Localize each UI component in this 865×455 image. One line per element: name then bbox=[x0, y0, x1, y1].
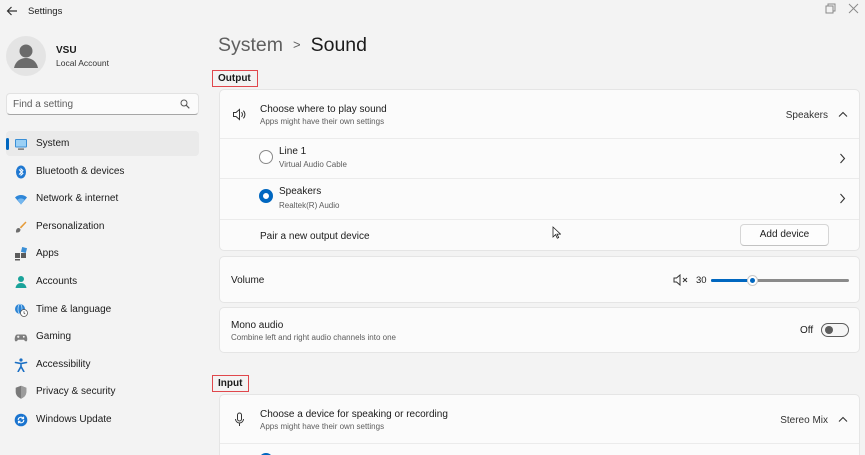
person-avatar-icon bbox=[14, 44, 38, 68]
sidebar-item-accounts[interactable]: Accounts bbox=[6, 269, 199, 294]
volume-slider-thumb[interactable] bbox=[746, 275, 758, 286]
output-device-speakers[interactable]: Speakers Realtek(R) Audio bbox=[220, 179, 859, 219]
search-input[interactable] bbox=[13, 97, 173, 111]
choose-input-title: Choose a device for speaking or recordin… bbox=[260, 409, 448, 420]
person-icon bbox=[15, 275, 27, 288]
apps-icon bbox=[15, 247, 28, 261]
sidebar-item-personalization[interactable]: Personalization bbox=[6, 214, 199, 239]
selected-output-device: Speakers bbox=[785, 110, 828, 121]
input-card: Choose a device for speaking or recordin… bbox=[219, 394, 860, 455]
accessibility-icon bbox=[14, 358, 28, 372]
sidebar-item-label: Privacy & security bbox=[36, 386, 116, 398]
sidebar-item-label: System bbox=[36, 138, 70, 149]
add-device-button[interactable]: Add device bbox=[740, 224, 829, 246]
breadcrumb-separator: > bbox=[293, 37, 301, 52]
sidebar-item-label: Accessibility bbox=[36, 358, 91, 370]
search-box[interactable] bbox=[6, 93, 199, 115]
sidebar-item-label: Time & language bbox=[36, 303, 112, 315]
mono-audio-subtitle: Combine left and right audio channels in… bbox=[231, 333, 396, 342]
input-section-header: Input bbox=[212, 375, 250, 392]
volume-label: Volume bbox=[231, 275, 265, 286]
account-type: Local Account bbox=[56, 58, 109, 68]
output-device-line-1[interactable]: Line 1 Virtual Audio Cable bbox=[220, 139, 859, 178]
close-icon[interactable] bbox=[845, 2, 863, 16]
back-arrow-icon[interactable] bbox=[5, 4, 19, 18]
system-icon bbox=[15, 139, 27, 150]
sidebar-item-time-language[interactable]: Time & language bbox=[6, 297, 199, 322]
radio-line-1[interactable] bbox=[259, 150, 273, 164]
mouse-cursor-icon bbox=[552, 226, 561, 239]
title-bar: Settings bbox=[0, 0, 865, 24]
mono-audio-card: Mono audio Combine left and right audio … bbox=[219, 307, 860, 353]
mono-audio-state: Off bbox=[800, 325, 814, 336]
pair-output-label: Pair a new output device bbox=[260, 231, 370, 242]
breadcrumb: System > Sound bbox=[218, 34, 367, 57]
sidebar-item-network[interactable]: Network & internet bbox=[6, 186, 199, 211]
device-name: Line 1 bbox=[279, 146, 307, 157]
user-name: VSU bbox=[56, 45, 77, 56]
sidebar-item-system[interactable]: System bbox=[6, 131, 199, 156]
sidebar-item-label: Gaming bbox=[36, 331, 72, 343]
update-icon bbox=[14, 413, 28, 427]
shield-icon bbox=[15, 386, 27, 400]
sidebar-item-windows-update[interactable]: Windows Update bbox=[6, 407, 199, 432]
chevron-up-icon[interactable] bbox=[838, 416, 848, 423]
brush-icon bbox=[15, 221, 27, 233]
speaker-icon bbox=[233, 108, 246, 121]
volume-card: Volume 30 bbox=[219, 256, 860, 303]
sidebar-item-gaming[interactable]: Gaming bbox=[6, 324, 199, 349]
sidebar-item-apps[interactable]: Apps bbox=[6, 241, 199, 266]
choose-input-row[interactable]: Choose a device for speaking or recordin… bbox=[220, 395, 859, 443]
selected-input-device: Stereo Mix bbox=[780, 415, 828, 426]
microphone-icon bbox=[235, 412, 244, 426]
device-detail: Realtek(R) Audio bbox=[279, 201, 340, 210]
chevron-right-icon[interactable] bbox=[839, 193, 846, 204]
bluetooth-icon bbox=[16, 165, 26, 179]
volume-value: 30 bbox=[696, 275, 707, 286]
breadcrumb-parent[interactable]: System bbox=[218, 34, 283, 56]
radio-speakers[interactable] bbox=[259, 189, 273, 203]
choose-output-subtitle: Apps might have their own settings bbox=[260, 117, 385, 126]
wifi-icon bbox=[15, 195, 27, 205]
output-section-header: Output bbox=[212, 70, 258, 87]
avatar bbox=[6, 36, 46, 76]
page-title: Sound bbox=[310, 34, 367, 56]
output-card: Choose where to play sound Apps might ha… bbox=[219, 89, 860, 251]
sidebar-item-accessibility[interactable]: Accessibility bbox=[6, 352, 199, 377]
sidebar-nav: System Bluetooth & devices Network & int… bbox=[6, 131, 199, 435]
pair-output-row: Pair a new output device Add device bbox=[220, 220, 859, 252]
device-name: Speakers bbox=[279, 186, 322, 197]
sidebar-item-bluetooth[interactable]: Bluetooth & devices bbox=[6, 159, 199, 184]
device-detail: Virtual Audio Cable bbox=[279, 160, 347, 169]
mono-audio-toggle[interactable] bbox=[821, 323, 849, 337]
sidebar-item-label: Network & internet bbox=[36, 193, 119, 205]
sidebar-item-label: Bluetooth & devices bbox=[36, 165, 125, 177]
globe-clock-icon bbox=[15, 303, 28, 317]
choose-output-row[interactable]: Choose where to play sound Apps might ha… bbox=[220, 90, 859, 138]
search-icon[interactable] bbox=[180, 99, 190, 109]
speaker-mute-icon[interactable] bbox=[673, 274, 689, 286]
divider bbox=[220, 443, 859, 444]
gamepad-icon bbox=[14, 334, 28, 342]
chevron-up-icon[interactable] bbox=[838, 111, 848, 118]
sidebar-item-privacy-security[interactable]: Privacy & security bbox=[6, 379, 199, 404]
restore-icon[interactable] bbox=[821, 2, 839, 16]
window-title: Settings bbox=[28, 6, 63, 17]
choose-output-title: Choose where to play sound bbox=[260, 104, 387, 115]
sidebar-item-label: Personalization bbox=[36, 220, 105, 232]
choose-input-subtitle: Apps might have their own settings bbox=[260, 422, 385, 431]
sidebar-item-label: Windows Update bbox=[36, 413, 112, 425]
sidebar-item-label: Accounts bbox=[36, 275, 78, 287]
mono-audio-title: Mono audio bbox=[231, 320, 284, 331]
chevron-right-icon[interactable] bbox=[839, 153, 846, 164]
sidebar-item-label: Apps bbox=[36, 248, 59, 260]
